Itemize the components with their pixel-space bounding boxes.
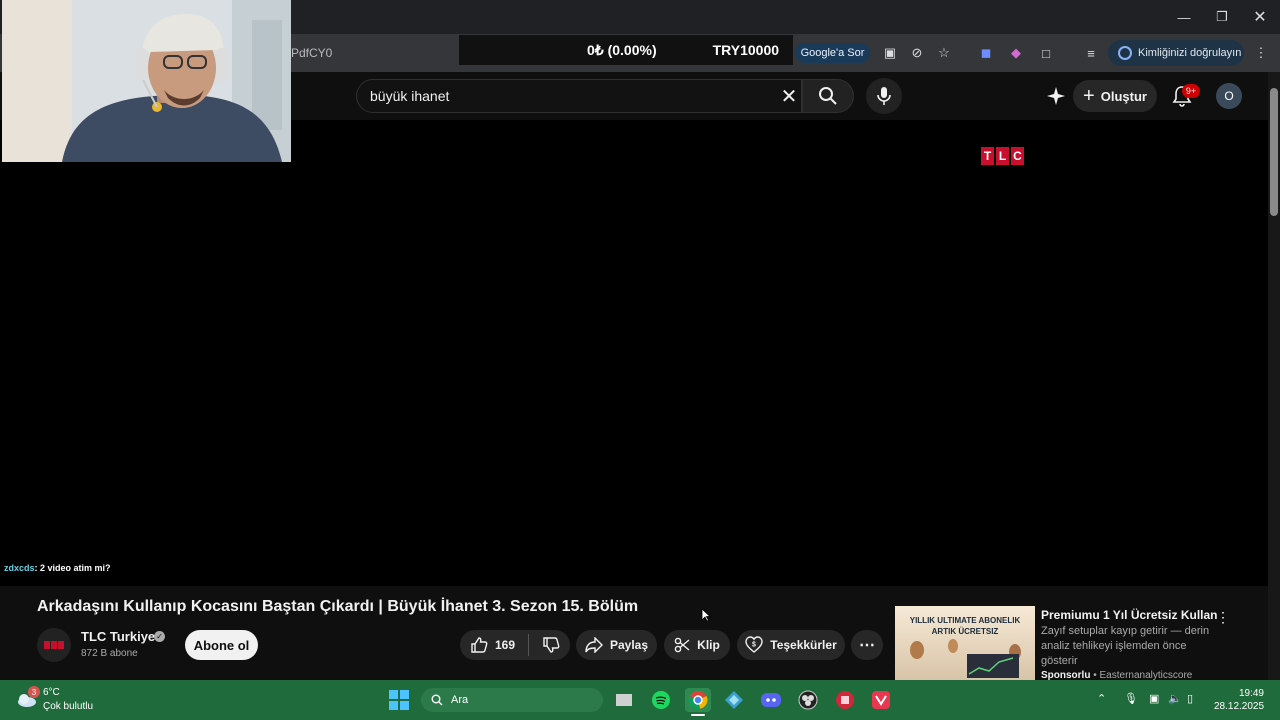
clock-date: 28.12.2025 xyxy=(1214,701,1265,712)
share-label: Paylaş xyxy=(609,638,649,652)
super-thanks-icon: $ xyxy=(745,636,763,653)
red-app-icon[interactable] xyxy=(832,688,858,712)
create-label: Oluştur xyxy=(1100,88,1147,104)
chat-text: : 2 video atim mi? xyxy=(34,563,111,573)
share-button[interactable]: Paylaş xyxy=(576,630,657,660)
extension-shield-icon[interactable]: ◼ xyxy=(975,42,997,64)
windows-taskbar xyxy=(0,680,1280,720)
subscriber-count: 872 B abone xyxy=(81,648,138,659)
identity-label: Kimliğinizi doğrulayın xyxy=(1138,47,1242,59)
channel-name[interactable]: TLC Turkiye xyxy=(81,629,155,644)
microphone-tray-icon[interactable]: 🎙 xyxy=(1124,692,1138,705)
video-title: Arkadaşını Kullanıp Kocasını Baştan Çıka… xyxy=(37,598,639,615)
search-button[interactable] xyxy=(802,79,854,113)
ad-thumb-balloons xyxy=(910,639,1021,678)
app-grid-icon[interactable] xyxy=(721,688,747,712)
close-icon[interactable]: ✕ xyxy=(1241,0,1279,34)
like-count: 169 xyxy=(494,638,516,652)
ticker-change: 0₺ (0.00%) xyxy=(587,41,657,58)
dislike-button[interactable] xyxy=(542,636,560,654)
weather-temperature[interactable]: 6°C xyxy=(43,687,60,698)
restore-icon[interactable]: ❐ xyxy=(1203,0,1241,34)
like-button[interactable]: 169 xyxy=(470,636,515,654)
spotify-icon[interactable] xyxy=(648,688,674,712)
address-bar-url[interactable]: PdfCY0 xyxy=(291,46,332,60)
channel-avatar[interactable] xyxy=(37,628,71,662)
tlc-watermark: T L C xyxy=(981,143,1027,169)
chrome-icon[interactable] xyxy=(685,688,711,716)
clip-button[interactable]: Klip xyxy=(664,630,730,660)
price-ticker-overlay: 0₺ (0.00%) TRY10000 xyxy=(459,35,793,65)
create-sparkle-icon[interactable] xyxy=(1045,85,1067,107)
install-app-icon[interactable]: ▣ xyxy=(879,42,901,64)
account-avatar[interactable]: O xyxy=(1216,83,1242,109)
volume-icon[interactable]: 🔈 xyxy=(1168,692,1182,705)
tray-overflow-icon[interactable]: ⌃ xyxy=(1097,692,1106,705)
share-icon xyxy=(585,637,603,653)
search-icon xyxy=(431,694,443,706)
weather-badge: 3 xyxy=(28,686,40,698)
thumbs-up-icon xyxy=(471,637,488,653)
extensions-icon[interactable]: □ xyxy=(1035,42,1057,64)
weather-condition[interactable]: Çok bulutlu xyxy=(43,701,93,712)
extension-puzzle-color-icon[interactable]: ◆ xyxy=(1005,42,1027,64)
scrollbar-thumb[interactable] xyxy=(1270,88,1278,216)
ad-thumbnail[interactable]: YILLIK ULTIMATE ABONELIK ARTIK ÜCRETSIZ xyxy=(895,606,1035,680)
ad-thumb-headline: YILLIK ULTIMATE ABONELIK xyxy=(909,616,1021,625)
bookmark-star-icon[interactable]: ☆ xyxy=(933,42,955,64)
plus-icon: + xyxy=(1083,84,1095,107)
chat-username: zdxcds xyxy=(4,563,35,573)
taskbar-search[interactable]: Ara xyxy=(421,688,603,712)
taskbar-search-placeholder: Ara xyxy=(451,694,469,706)
create-button[interactable]: + Oluştur xyxy=(1073,80,1157,112)
browser-menu-icon[interactable]: ⋮ xyxy=(1250,42,1272,64)
thumbs-down-icon xyxy=(543,637,560,653)
webcam-image xyxy=(2,0,291,162)
ad-description: Zayıf setuplar kayıp getirir — derin ana… xyxy=(1041,625,1210,667)
ticker-asset: TRY10000 xyxy=(712,42,780,58)
thanks-button[interactable]: $ Teşekkürler xyxy=(737,630,845,660)
google-sor-button[interactable]: Google'a Sor xyxy=(795,43,870,63)
network-icon[interactable]: ▣ xyxy=(1149,692,1159,705)
verified-check-icon: ✓ xyxy=(154,631,165,642)
identity-verify-button[interactable]: Kimliğinizi doğrulayın xyxy=(1108,40,1244,66)
like-dislike-group: 169 xyxy=(460,630,570,660)
identity-icon xyxy=(1118,46,1132,60)
scissors-icon xyxy=(674,637,690,653)
battery-icon[interactable]: ▯ xyxy=(1187,692,1193,705)
like-divider xyxy=(528,634,530,656)
clear-search-icon[interactable]: ✕ xyxy=(776,83,802,109)
notifications-badge: 9+ xyxy=(1182,84,1200,98)
thanks-label: Teşekkürler xyxy=(770,638,837,652)
voice-search-button[interactable] xyxy=(866,78,902,114)
clock-time: 19:49 xyxy=(1238,688,1264,699)
subscribe-button[interactable]: Abone ol xyxy=(185,630,258,660)
valorant-icon[interactable] xyxy=(868,688,894,712)
obs-icon[interactable] xyxy=(795,688,821,712)
windows-start-icon[interactable] xyxy=(389,690,409,710)
discord-icon[interactable] xyxy=(758,688,784,712)
reading-list-icon[interactable]: ≡ xyxy=(1080,42,1102,64)
watermark-letter: C xyxy=(1011,147,1024,165)
watermark-letter: L xyxy=(996,147,1009,165)
task-view-icon[interactable] xyxy=(611,688,637,712)
video-player[interactable] xyxy=(0,120,1268,586)
eye-off-icon[interactable]: ⊘ xyxy=(906,42,928,64)
webcam-overlay xyxy=(2,0,291,162)
clip-label: Klip xyxy=(697,638,720,652)
mouse-cursor-icon xyxy=(701,608,711,622)
ad-menu-icon[interactable]: ⋮ xyxy=(1216,608,1230,626)
minimize-icon[interactable]: — xyxy=(1165,0,1203,34)
svg-text:$: $ xyxy=(752,642,756,649)
more-actions-button[interactable]: ⋯ xyxy=(851,630,883,660)
search-icon xyxy=(819,87,837,105)
microphone-icon xyxy=(877,87,891,105)
watermark-letter: T xyxy=(981,147,994,165)
taskbar-clock[interactable]: 19:49 28.12.2025 xyxy=(1214,687,1264,713)
stream-chat-message: zdxcds: 2 video atim mi? xyxy=(4,563,111,573)
search-input[interactable]: büyük ihanet xyxy=(356,79,802,113)
ad-thumb-subheadline: ARTIK ÜCRETSIZ xyxy=(931,627,999,636)
ad-title[interactable]: Premiumu 1 Yıl Ücretsiz Kullan xyxy=(1041,608,1218,622)
